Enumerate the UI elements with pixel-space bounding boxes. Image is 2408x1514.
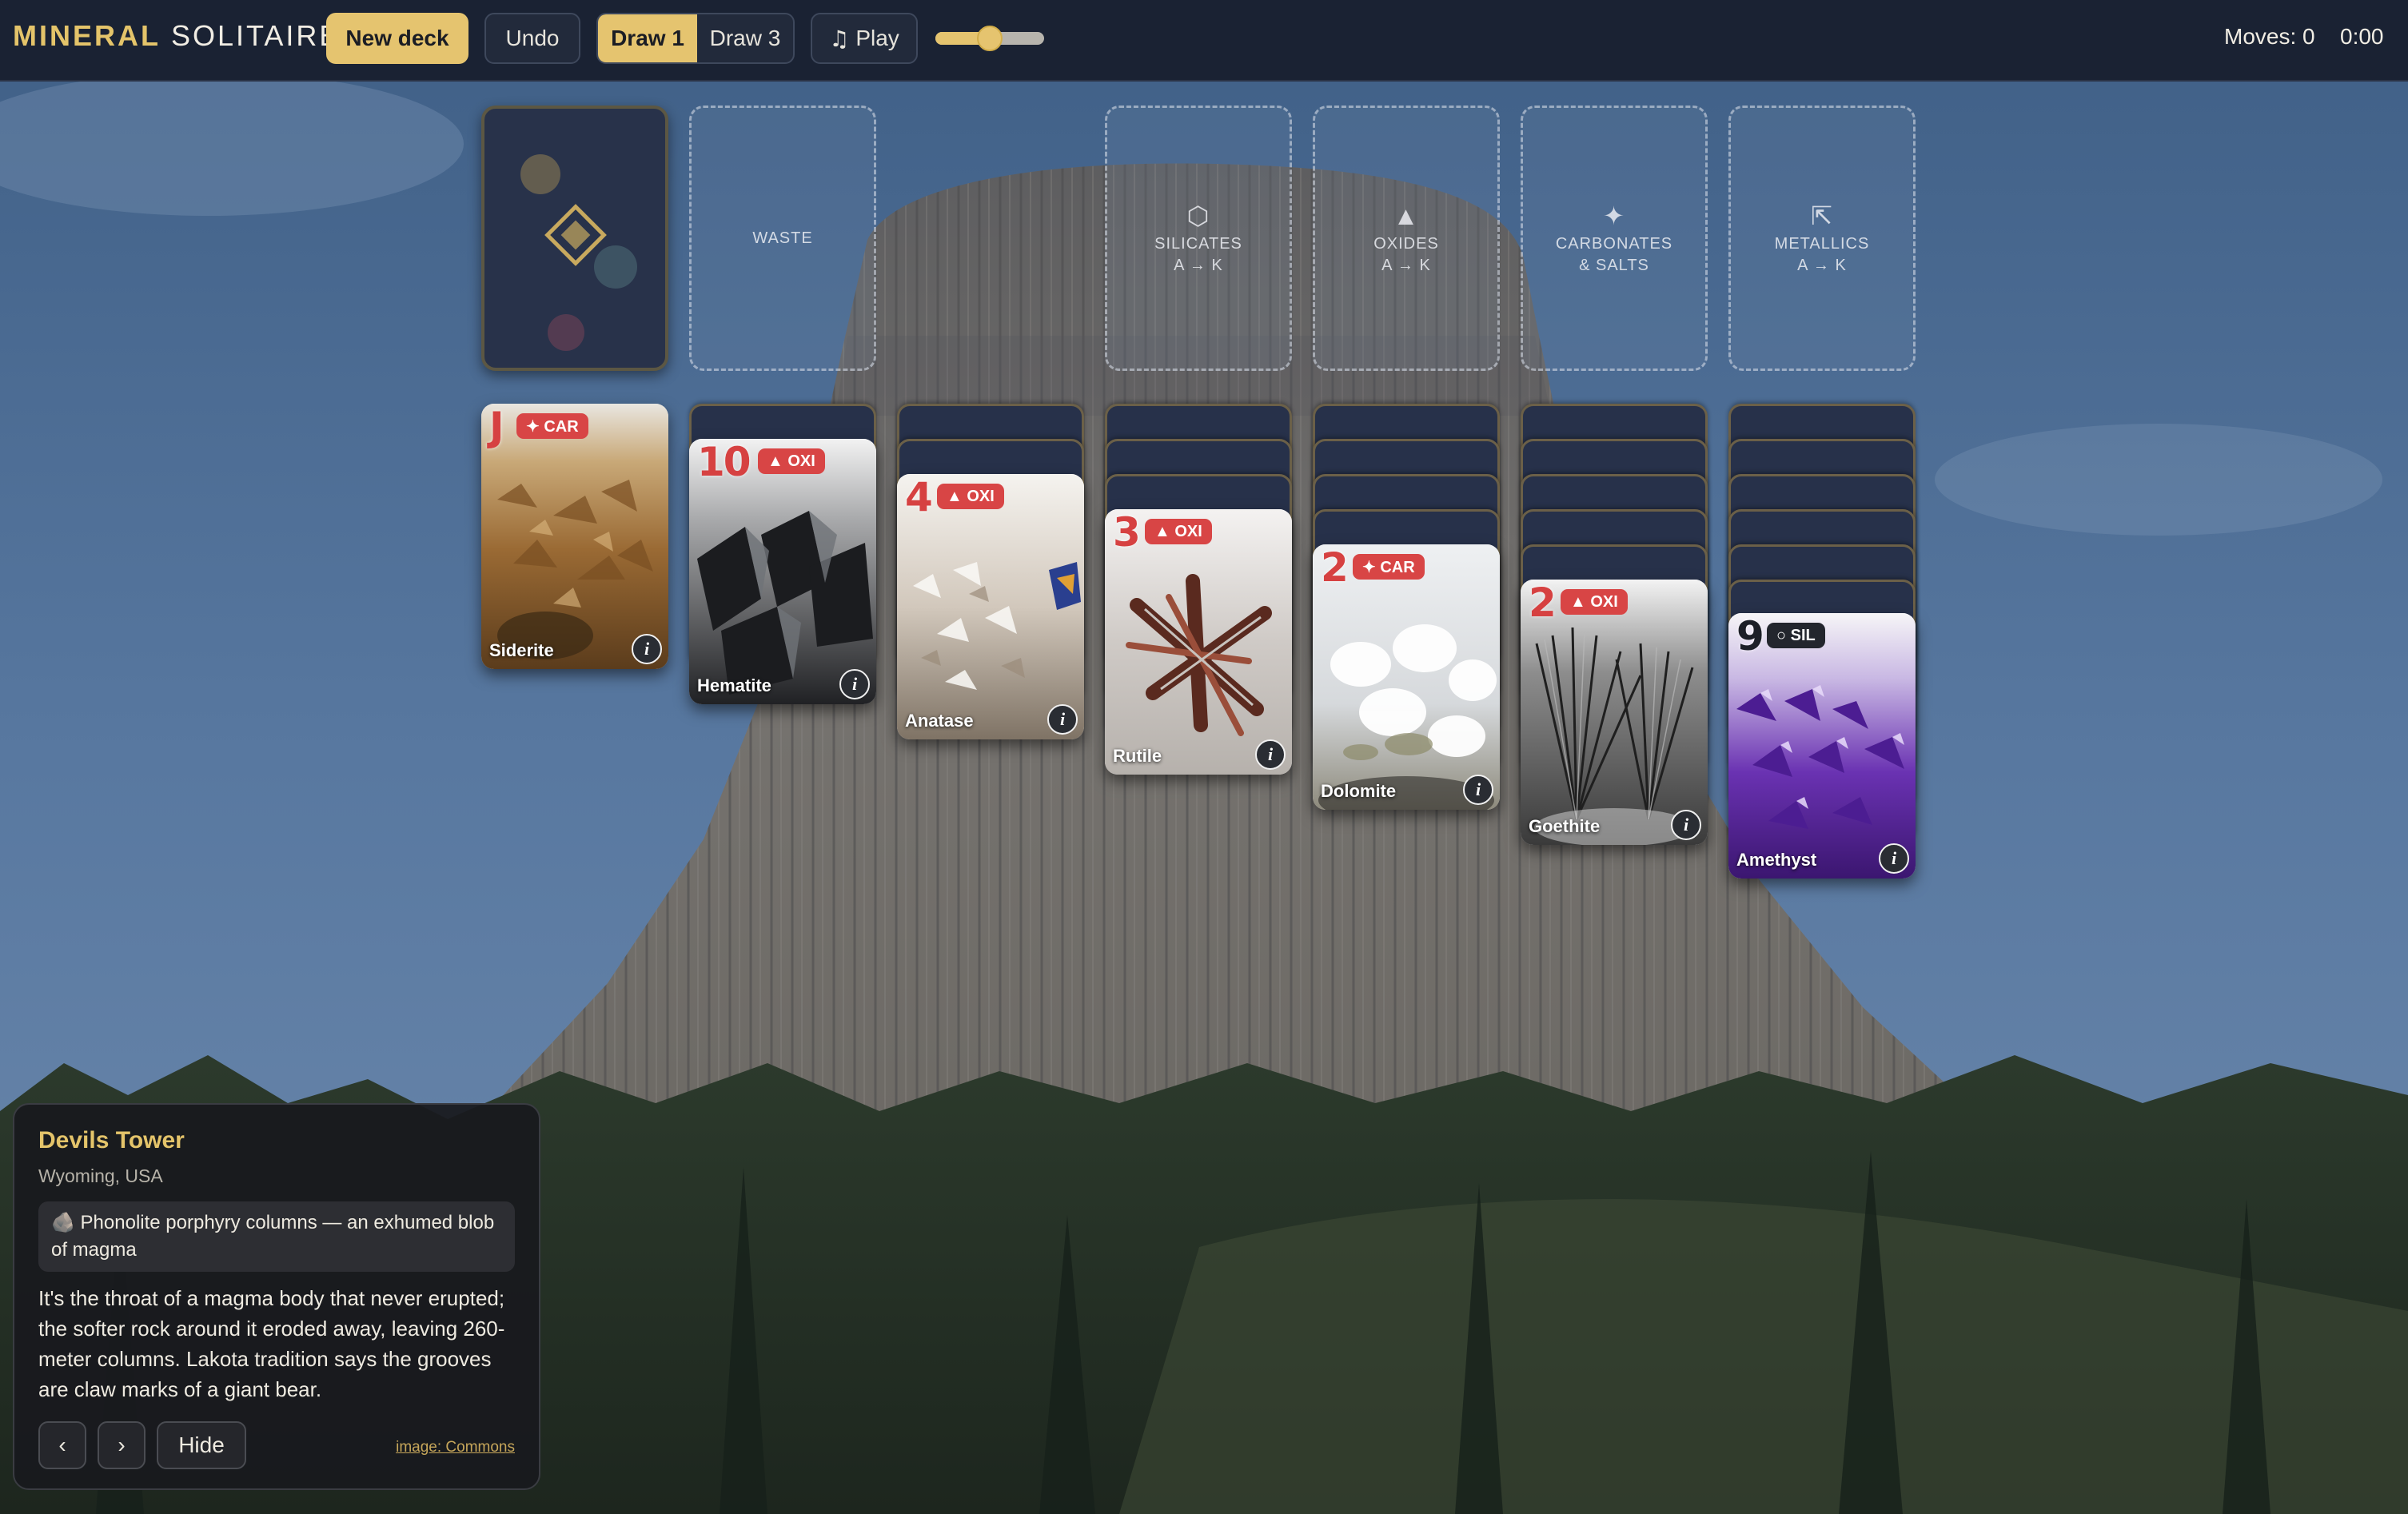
siderite-mineral-image xyxy=(481,404,668,669)
foundation-range: A → K xyxy=(1797,257,1847,274)
foundation-silicates[interactable]: ⬡ SILICATES A → K xyxy=(1105,106,1292,371)
card-category-badge: ▲ OXI xyxy=(1561,589,1628,615)
info-icon[interactable]: i xyxy=(1047,704,1078,735)
play-music-button[interactable]: ♫ Play xyxy=(811,13,918,64)
info-icon[interactable]: i xyxy=(839,669,870,699)
card-rank: 2 xyxy=(1529,580,1557,626)
next-location-button[interactable]: › xyxy=(98,1421,146,1469)
card-rank: 2 xyxy=(1321,544,1349,591)
info-icon[interactable]: i xyxy=(1671,810,1701,840)
triangle-icon: ▲ xyxy=(1393,201,1420,230)
card-mineral-name: Anatase xyxy=(905,711,974,731)
hide-panel-button[interactable]: Hide xyxy=(157,1421,246,1469)
foundation-label: CARBONATES xyxy=(1555,235,1673,253)
tableau-card-hematite[interactable]: 10 ▲ OXI Hematite i xyxy=(689,439,876,704)
draw-3-option[interactable]: Draw 3 xyxy=(697,14,793,62)
card-mineral-name: Amethyst xyxy=(1736,850,1817,870)
card-category-badge: ▲ OXI xyxy=(1145,519,1212,544)
geology-note: 🪨 Phonolite porphyry columns — an exhume… xyxy=(38,1201,515,1272)
undo-button[interactable]: Undo xyxy=(484,13,580,64)
foundation-metallics[interactable]: ⇱ METALLICS A → K xyxy=(1728,106,1916,371)
info-icon[interactable]: i xyxy=(1879,843,1909,874)
previous-location-button[interactable]: ‹ xyxy=(38,1421,86,1469)
stock-pile[interactable] xyxy=(481,106,668,371)
foundation-range: A → K xyxy=(1381,257,1431,274)
card-mineral-name: Rutile xyxy=(1113,746,1162,766)
foundation-carbonates[interactable]: ✦ CARBONATES & SALTS xyxy=(1521,106,1708,371)
info-icon[interactable]: i xyxy=(632,634,662,664)
music-note-icon: ♫ xyxy=(829,25,850,52)
card-mineral-name: Dolomite xyxy=(1321,781,1397,801)
sparkle-icon: ✦ xyxy=(1603,201,1625,230)
info-icon[interactable]: i xyxy=(1463,775,1493,805)
card-category-badge: ○ SIL xyxy=(1767,623,1825,648)
waste-pile[interactable]: WASTE xyxy=(689,106,876,371)
foundation-oxides[interactable]: ▲ OXIDES A → K xyxy=(1313,106,1500,371)
card-mineral-name: Siderite xyxy=(489,640,554,660)
tableau-card-anatase[interactable]: 4 ▲ OXI Anatase i xyxy=(897,474,1084,739)
location-info-panel: Devils Tower Wyoming, USA 🪨 Phonolite po… xyxy=(13,1103,540,1490)
pickaxe-icon: ⇱ xyxy=(1811,201,1833,230)
card-mineral-name: Goethite xyxy=(1529,816,1601,836)
draw-1-option[interactable]: Draw 1 xyxy=(598,14,697,62)
card-rank: J xyxy=(489,404,504,450)
card-mineral-name: Hematite xyxy=(697,675,771,695)
app-title: MINERAL SOLITAIRE xyxy=(13,19,341,52)
card-rank: 4 xyxy=(905,474,933,520)
card-category-badge: ✦ CAR xyxy=(1353,554,1425,580)
new-deck-button[interactable]: New deck xyxy=(326,13,468,64)
top-bar: MINERAL SOLITAIRE New deck Undo Draw 1 D… xyxy=(0,0,2408,82)
foundation-range: A → K xyxy=(1174,257,1223,274)
foundation-label: METALLICS xyxy=(1774,235,1870,253)
card-category-badge: ▲ OXI xyxy=(937,484,1004,509)
location-region: Wyoming, USA xyxy=(38,1165,163,1186)
game-timer: 0:00 xyxy=(2340,24,2384,49)
foundation-label: OXIDES xyxy=(1373,235,1439,253)
tableau-card-rutile[interactable]: 3 ▲ OXI Rutile i xyxy=(1105,509,1292,775)
stock-card-back xyxy=(520,154,637,351)
play-label: Play xyxy=(855,26,899,50)
moves-counter: Moves: 0 xyxy=(2224,24,2315,49)
hexagon-icon: ⬡ xyxy=(1186,201,1210,230)
card-rank: 3 xyxy=(1113,509,1141,556)
info-icon[interactable]: i xyxy=(1255,739,1286,770)
image-credit-link[interactable]: image: Commons xyxy=(396,1439,515,1456)
location-title: Devils Tower xyxy=(38,1127,185,1153)
volume-slider-handle[interactable] xyxy=(977,26,1003,51)
card-rank: 9 xyxy=(1736,613,1764,659)
draw-mode-toggle: Draw 1 Draw 3 xyxy=(596,13,795,64)
foundation-range: & SALTS xyxy=(1579,257,1649,274)
location-description: It's the throat of a magma body that nev… xyxy=(38,1286,505,1401)
card-category-badge: ✦ CAR xyxy=(516,413,588,439)
tableau-card-amethyst[interactable]: 9 ○ SIL Amethyst i xyxy=(1728,613,1916,879)
tableau-card-siderite[interactable]: J ✦ CAR Siderite i xyxy=(481,404,668,669)
card-rank: 10 xyxy=(697,439,752,485)
waste-label: WASTE xyxy=(752,229,813,247)
tableau-card-dolomite[interactable]: 2 ✦ CAR Dolomite i xyxy=(1313,544,1500,810)
tableau-card-goethite[interactable]: 2 ▲ OXI Goethite i xyxy=(1521,580,1708,845)
card-category-badge: ▲ OXI xyxy=(758,448,825,474)
volume-slider[interactable] xyxy=(935,26,1044,51)
foundation-label: SILICATES xyxy=(1154,235,1242,253)
